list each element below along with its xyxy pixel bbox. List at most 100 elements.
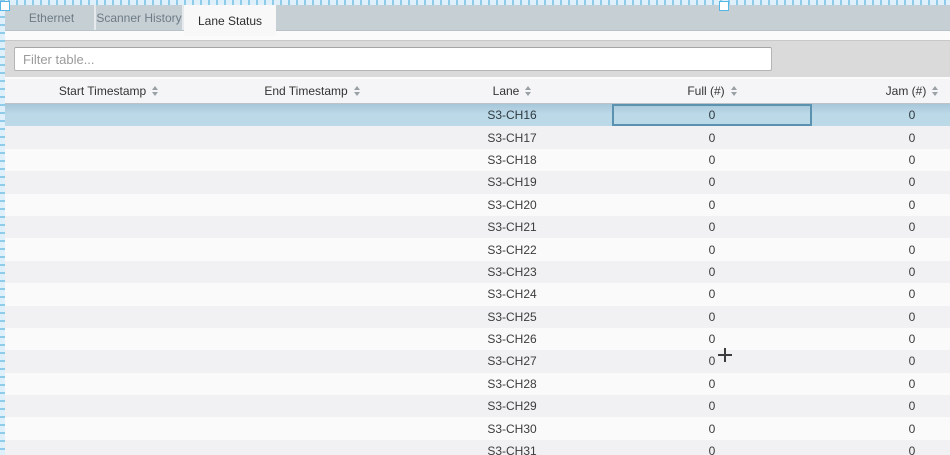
cell-end-timestamp[interactable] [212, 261, 412, 283]
cell-lane[interactable]: S3-CH26 [412, 328, 612, 350]
table-row[interactable]: S3-CH24 0 0 [5, 283, 950, 305]
cell-start-timestamp[interactable] [5, 171, 212, 193]
cell-lane[interactable]: S3-CH23 [412, 261, 612, 283]
cell-full[interactable]: 0 [612, 194, 812, 216]
cell-full[interactable]: 0 [612, 238, 812, 260]
table-row[interactable]: S3-CH20 0 0 [5, 194, 950, 216]
cell-lane[interactable]: S3-CH25 [412, 306, 612, 328]
cell-jam[interactable]: 0 [812, 171, 950, 193]
cell-jam[interactable]: 0 [812, 149, 950, 171]
cell-start-timestamp[interactable] [5, 261, 212, 283]
cell-full[interactable]: 0 [612, 306, 812, 328]
cell-full[interactable]: 0 [612, 395, 812, 417]
table-row[interactable]: S3-CH28 0 0 [5, 373, 950, 395]
cell-end-timestamp[interactable] [212, 238, 412, 260]
cell-start-timestamp[interactable] [5, 216, 212, 238]
cell-end-timestamp[interactable] [212, 417, 412, 439]
cell-jam[interactable]: 0 [812, 194, 950, 216]
table-row[interactable]: S3-CH27 0 0 [5, 350, 950, 372]
table-row[interactable]: S3-CH16 0 0 [5, 104, 950, 126]
cell-full[interactable]: 0 [612, 350, 812, 372]
cell-start-timestamp[interactable] [5, 283, 212, 305]
cell-lane[interactable]: S3-CH24 [412, 283, 612, 305]
table-row[interactable]: S3-CH23 0 0 [5, 261, 950, 283]
cell-full[interactable]: 0 [612, 440, 812, 455]
column-header-start-timestamp[interactable]: Start Timestamp [5, 79, 212, 103]
cell-lane[interactable]: S3-CH20 [412, 194, 612, 216]
cell-jam[interactable]: 0 [812, 350, 950, 372]
cell-start-timestamp[interactable] [5, 306, 212, 328]
selection-handle-top-center[interactable] [719, 1, 729, 11]
cell-lane[interactable]: S3-CH29 [412, 395, 612, 417]
cell-jam[interactable]: 0 [812, 440, 950, 455]
cell-lane[interactable]: S3-CH18 [412, 149, 612, 171]
cell-start-timestamp[interactable] [5, 417, 212, 439]
cell-end-timestamp[interactable] [212, 306, 412, 328]
table-row[interactable]: S3-CH26 0 0 [5, 328, 950, 350]
cell-lane[interactable]: S3-CH22 [412, 238, 612, 260]
cell-jam[interactable]: 0 [812, 395, 950, 417]
cell-end-timestamp[interactable] [212, 395, 412, 417]
cell-lane[interactable]: S3-CH16 [412, 104, 612, 126]
column-header-jam[interactable]: Jam (#) [812, 79, 950, 103]
table-row[interactable]: S3-CH17 0 0 [5, 126, 950, 148]
cell-start-timestamp[interactable] [5, 104, 212, 126]
cell-end-timestamp[interactable] [212, 440, 412, 455]
table-row[interactable]: S3-CH18 0 0 [5, 149, 950, 171]
cell-full[interactable]: 0 [612, 171, 812, 193]
cell-jam[interactable]: 0 [812, 373, 950, 395]
cell-full[interactable]: 0 [612, 216, 812, 238]
cell-jam[interactable]: 0 [812, 261, 950, 283]
table-row[interactable]: S3-CH21 0 0 [5, 216, 950, 238]
cell-start-timestamp[interactable] [5, 149, 212, 171]
cell-start-timestamp[interactable] [5, 440, 212, 455]
column-header-full[interactable]: Full (#) [612, 79, 812, 103]
cell-full[interactable]: 0 [612, 417, 812, 439]
cell-end-timestamp[interactable] [212, 328, 412, 350]
cell-full[interactable]: 0 [612, 104, 812, 126]
cell-end-timestamp[interactable] [212, 171, 412, 193]
cell-full[interactable]: 0 [612, 283, 812, 305]
cell-jam[interactable]: 0 [812, 104, 950, 126]
cell-jam[interactable]: 0 [812, 216, 950, 238]
cell-jam[interactable]: 0 [812, 417, 950, 439]
cell-jam[interactable]: 0 [812, 283, 950, 305]
cell-lane[interactable]: S3-CH27 [412, 350, 612, 372]
cell-full[interactable]: 0 [612, 261, 812, 283]
cell-start-timestamp[interactable] [5, 126, 212, 148]
table-row[interactable]: S3-CH25 0 0 [5, 306, 950, 328]
tab-lane-status[interactable]: Lane Status [184, 5, 276, 36]
cell-jam[interactable]: 0 [812, 328, 950, 350]
cell-jam[interactable]: 0 [812, 126, 950, 148]
cell-end-timestamp[interactable] [212, 283, 412, 305]
table-row[interactable]: S3-CH19 0 0 [5, 171, 950, 193]
cell-full[interactable]: 0 [612, 328, 812, 350]
cell-full[interactable]: 0 [612, 126, 812, 148]
tab-ethernet[interactable]: Ethernet [9, 5, 96, 30]
column-header-lane[interactable]: Lane [412, 79, 612, 103]
cell-lane[interactable]: S3-CH19 [412, 171, 612, 193]
cell-end-timestamp[interactable] [212, 350, 412, 372]
table-row[interactable]: S3-CH22 0 0 [5, 238, 950, 260]
cell-full[interactable]: 0 [612, 149, 812, 171]
cell-start-timestamp[interactable] [5, 328, 212, 350]
table-row[interactable]: S3-CH31 0 0 [5, 440, 950, 455]
cell-end-timestamp[interactable] [212, 104, 412, 126]
selection-handle-top-left[interactable] [0, 1, 10, 11]
table-row[interactable]: S3-CH30 0 0 [5, 417, 950, 439]
table-row[interactable]: S3-CH29 0 0 [5, 395, 950, 417]
cell-end-timestamp[interactable] [212, 194, 412, 216]
tab-scanner-history[interactable]: Scanner History [96, 5, 184, 30]
cell-start-timestamp[interactable] [5, 350, 212, 372]
cell-end-timestamp[interactable] [212, 149, 412, 171]
cell-start-timestamp[interactable] [5, 194, 212, 216]
cell-jam[interactable]: 0 [812, 238, 950, 260]
cell-full[interactable]: 0 [612, 373, 812, 395]
filter-input[interactable] [14, 47, 772, 71]
cell-lane[interactable]: S3-CH28 [412, 373, 612, 395]
cell-start-timestamp[interactable] [5, 373, 212, 395]
cell-lane[interactable]: S3-CH21 [412, 216, 612, 238]
cell-end-timestamp[interactable] [212, 216, 412, 238]
cell-jam[interactable]: 0 [812, 306, 950, 328]
cell-lane[interactable]: S3-CH30 [412, 417, 612, 439]
